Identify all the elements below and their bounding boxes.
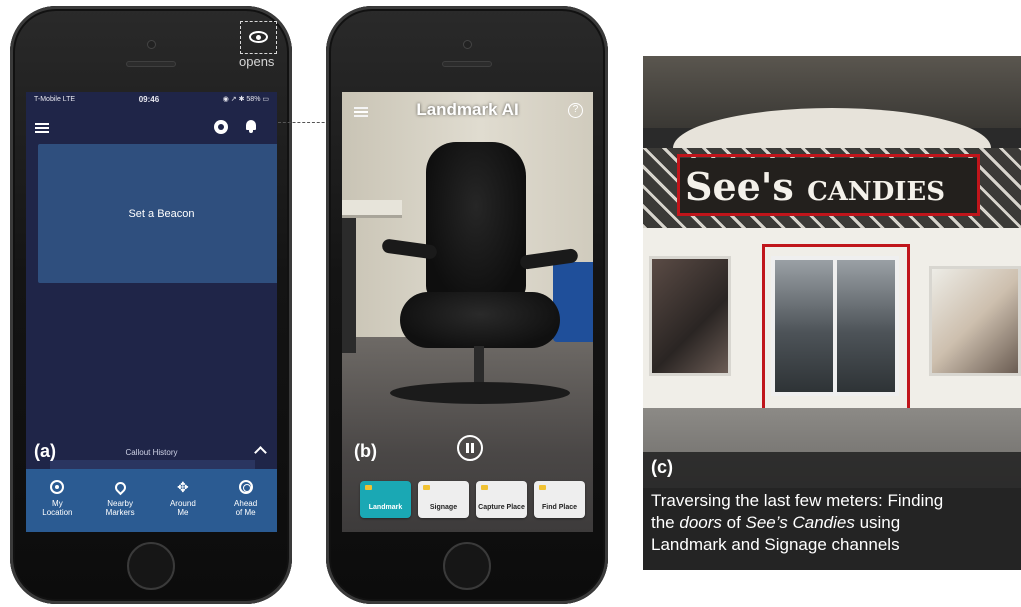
figure-caption: Traversing the last few meters: Finding … — [651, 490, 1017, 556]
caption-emphasis: doors — [679, 513, 722, 532]
channel-landmark-button[interactable]: Landmark — [360, 481, 411, 518]
status-bar: T-Mobile LTE 09:46 ◉ ↗ ✱ 58% ▭ — [26, 92, 277, 106]
landmark-ai-camera-screen: Landmark AI ? (b) Landmark Signage Captu… — [342, 92, 593, 532]
page-title: Landmark AI — [416, 100, 519, 119]
target-icon — [50, 480, 65, 494]
channel-signage-button[interactable]: Signage — [418, 481, 469, 518]
nav-label: Location — [42, 508, 73, 517]
panel-label-b: (b) — [354, 441, 377, 461]
help-icon[interactable]: ? — [568, 103, 583, 118]
nav-nearby-markers[interactable]: Nearby Markers — [89, 469, 152, 532]
camera-feed-chair-post — [474, 346, 484, 386]
battery-status: ◉ ↗ ✱ 58% ▭ — [222, 96, 269, 103]
nav-label: Markers — [105, 508, 135, 517]
panel-label-c: (c) — [651, 457, 673, 477]
camera-feed-chair-back — [426, 142, 526, 302]
hamburger-icon[interactable] — [35, 123, 49, 133]
camera-feed-desk-leg — [342, 218, 356, 353]
channel-label: Signage — [429, 504, 458, 511]
channel-label: Find Place — [541, 504, 577, 511]
channel-capture-place-button[interactable]: Capture Place — [476, 481, 527, 518]
map-pin-icon — [112, 479, 128, 495]
camera-feed-chair-base — [390, 382, 570, 404]
front-camera — [147, 40, 156, 49]
caption-text: using — [854, 513, 901, 532]
radar-icon — [238, 480, 253, 494]
photo-window-right — [929, 266, 1021, 376]
front-camera — [463, 40, 472, 49]
photo-window-left — [649, 256, 731, 376]
soundscape-home-screen: T-Mobile LTE 09:46 ◉ ↗ ✱ 58% ▭ Set a Bea… — [26, 92, 277, 532]
nav-my-location[interactable]: My Location — [26, 469, 89, 532]
callout-history-label: Callout History — [125, 448, 178, 457]
camera-feed-chair-seat — [400, 292, 560, 348]
carrier-label: T-Mobile LTE — [34, 95, 76, 103]
nav-label: Nearby — [107, 499, 134, 508]
phone-b-frame: Landmark AI ? (b) Landmark Signage Captu… — [326, 6, 608, 604]
top-bar: Landmark AI ? — [342, 92, 593, 126]
phone-a-frame: T-Mobile LTE 09:46 ◉ ↗ ✱ 58% ▭ Set a Bea… — [10, 6, 292, 604]
pause-icon[interactable] — [457, 435, 483, 461]
nav-ahead-of-me[interactable]: Ahead of Me — [214, 469, 277, 532]
set-beacon-label: Set a Beacon — [128, 207, 195, 220]
door-detection-box — [762, 244, 910, 429]
storefront-photo: See's CANDIES (c) Traversing the last fe… — [643, 56, 1021, 570]
landmark-ai-button-highlight[interactable] — [240, 21, 277, 54]
nav-label: Around — [169, 499, 196, 508]
channel-icon — [539, 485, 546, 490]
eye-icon[interactable] — [249, 31, 268, 43]
caption-line: Traversing the last few meters: Finding — [651, 491, 944, 510]
channel-icon — [481, 485, 488, 490]
caption-text: the — [651, 513, 680, 532]
channel-icon — [365, 485, 372, 490]
nav-label: Ahead — [234, 499, 258, 508]
channel-label: Landmark — [368, 504, 403, 511]
clock: 09:46 — [138, 94, 160, 104]
caption-emphasis: See’s Candies — [745, 513, 855, 532]
channel-find-place-button[interactable]: Find Place — [534, 481, 585, 518]
nav-around-me[interactable]: ✥ Around Me — [152, 469, 215, 532]
nav-label: of Me — [235, 508, 256, 517]
camera-feed-desk — [342, 200, 402, 218]
compass-arrows-icon: ✥ — [177, 479, 189, 495]
earpiece-speaker — [442, 61, 492, 67]
signage-detection-box — [677, 154, 980, 216]
caption-line: Landmark and Signage channels — [651, 535, 900, 554]
caption-text: of — [721, 513, 746, 532]
nav-label: My — [52, 499, 63, 508]
channel-selector: Landmark Signage Capture Place Find Plac… — [360, 481, 585, 518]
nav-label: Me — [177, 508, 189, 517]
channel-label: Capture Place — [478, 504, 525, 511]
set-beacon-card[interactable]: Set a Beacon — [38, 144, 277, 283]
bottom-nav: My Location Nearby Markers ✥ Around Me A… — [26, 469, 277, 532]
top-bar — [26, 116, 277, 138]
opens-annotation: opens — [239, 54, 275, 69]
earpiece-speaker — [126, 61, 176, 67]
home-button[interactable] — [127, 542, 175, 590]
camera-feed-recycling-bin — [553, 262, 593, 342]
channel-icon — [423, 485, 430, 490]
bell-icon[interactable] — [245, 120, 257, 133]
panel-label-a: (a) — [34, 441, 56, 461]
map-pin-icon[interactable] — [214, 120, 228, 134]
home-button[interactable] — [443, 542, 491, 590]
